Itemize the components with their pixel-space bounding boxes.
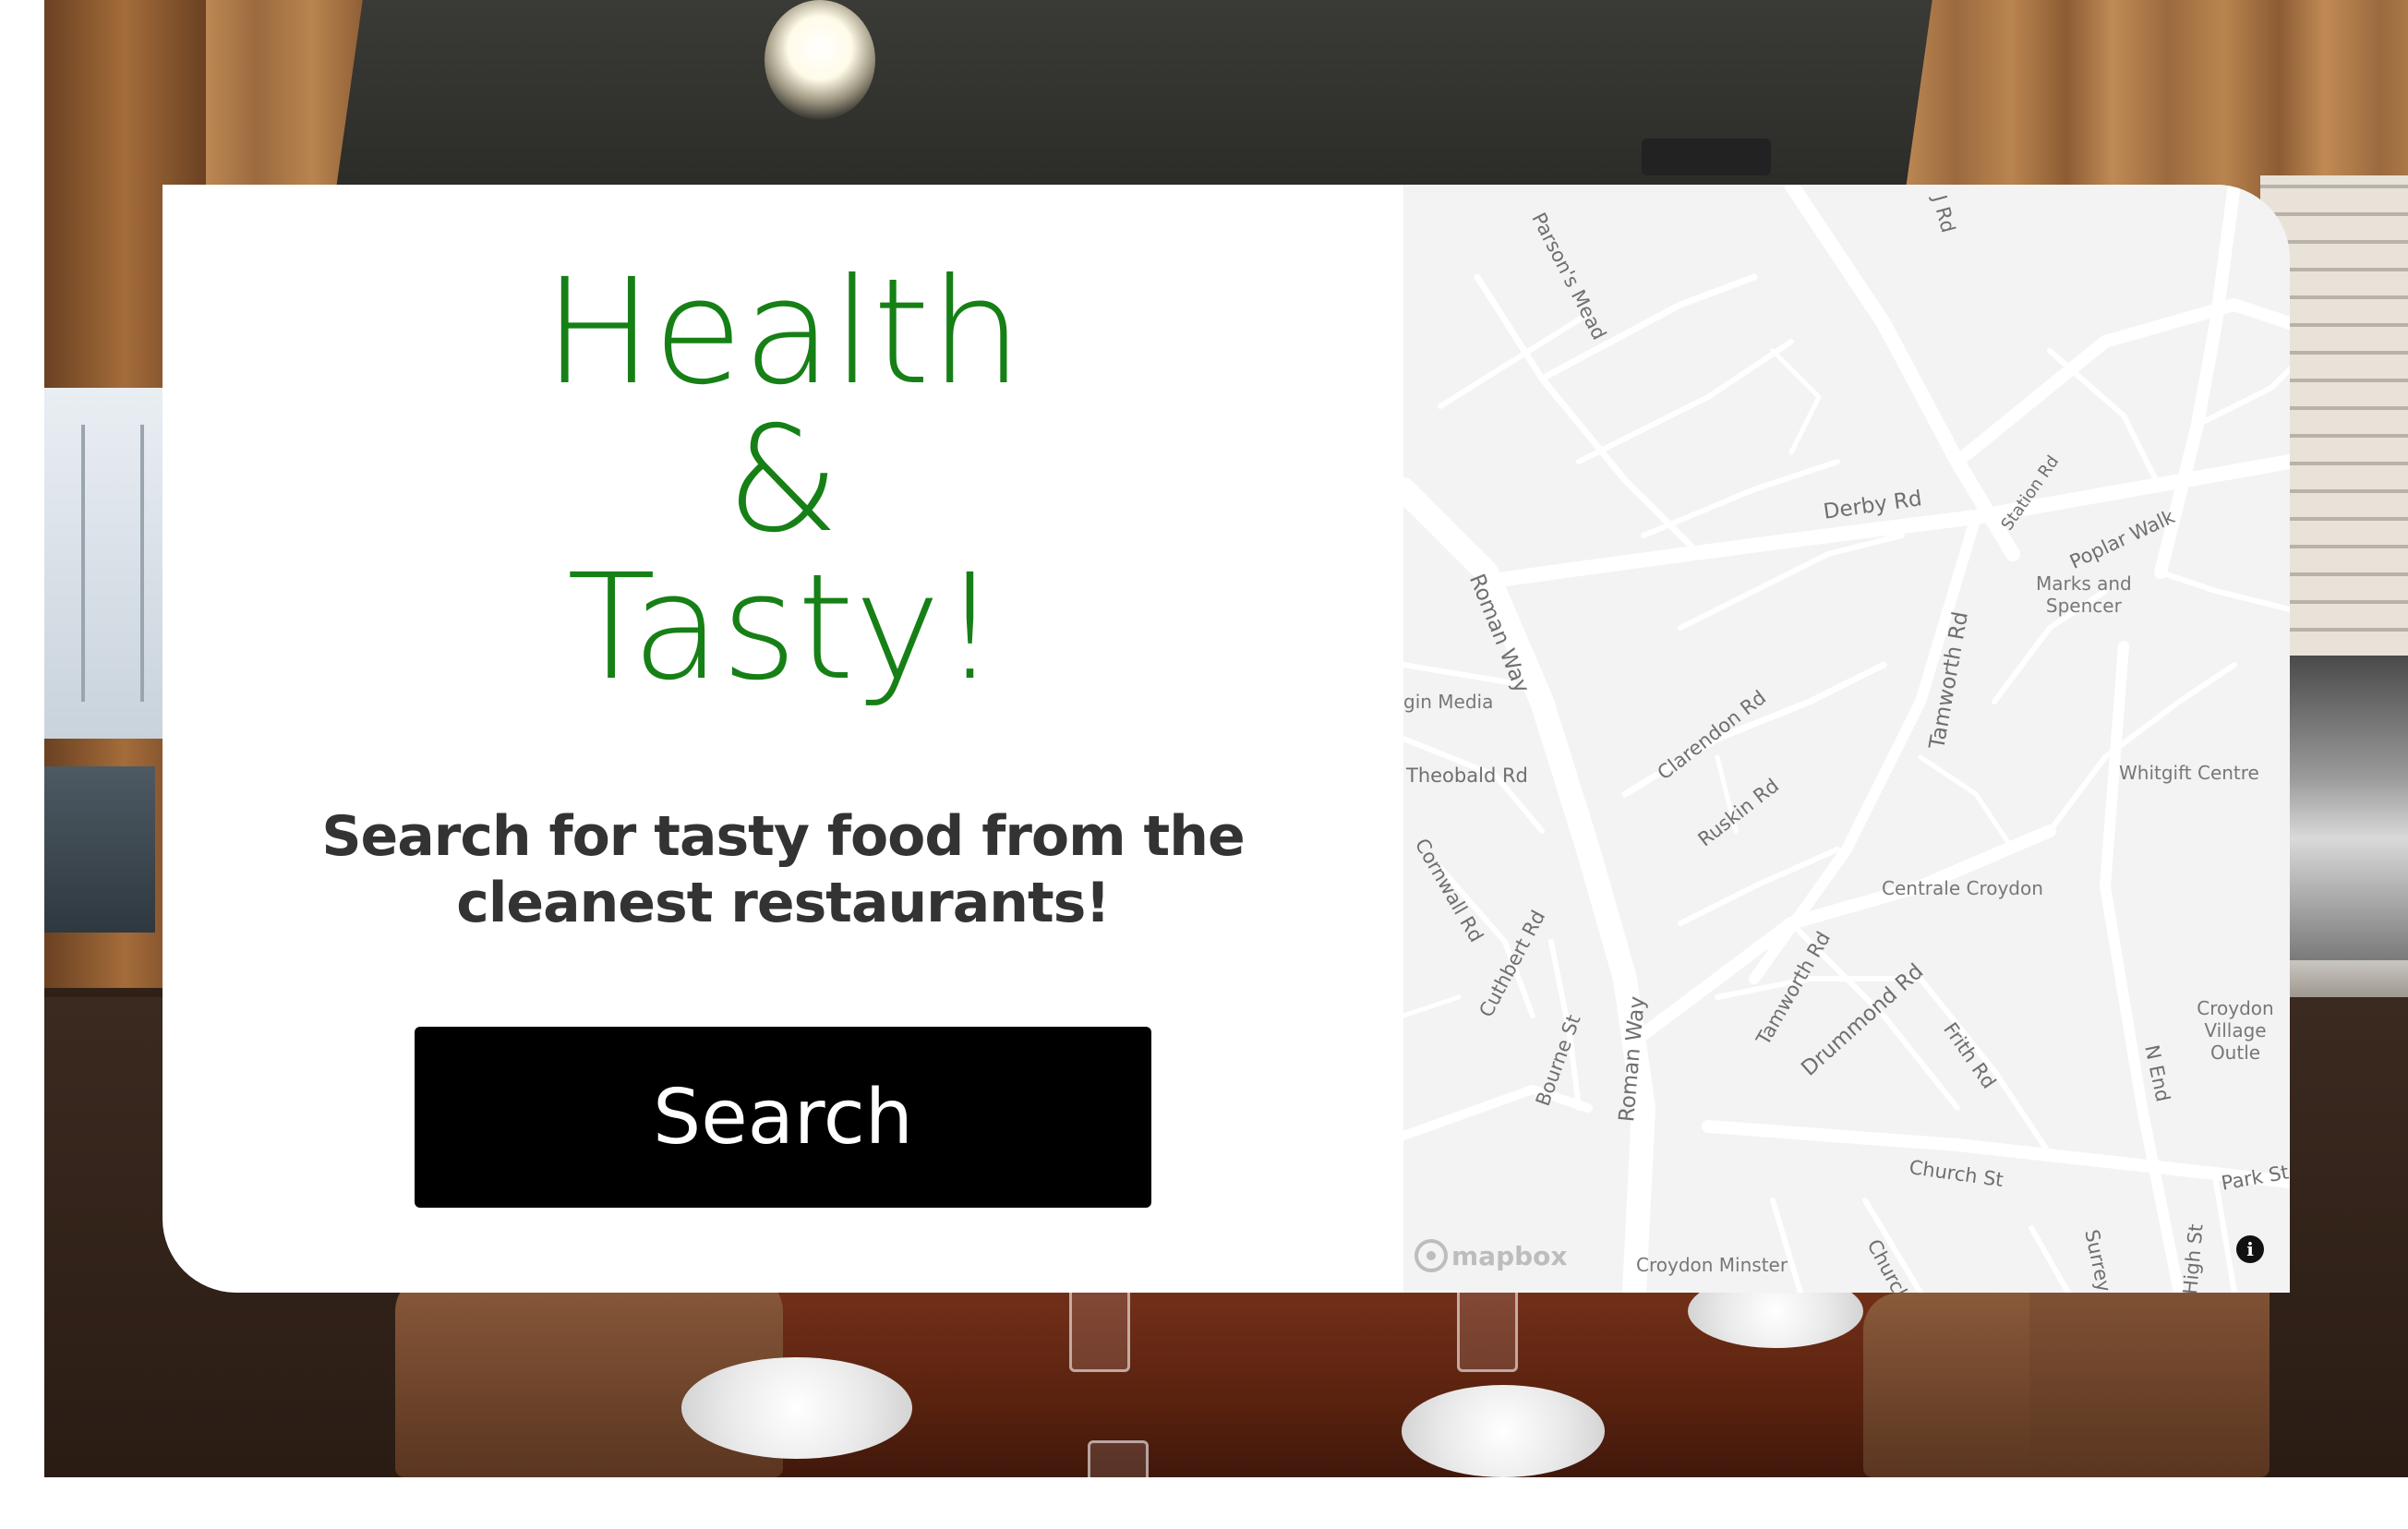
mapbox-logo[interactable]: mapbox xyxy=(1415,1239,1567,1272)
map-poi-label: Whitgift Centre xyxy=(2119,762,2259,784)
headline-line-3: Tasty! xyxy=(566,543,1000,713)
mapbox-logo-icon xyxy=(1415,1239,1448,1272)
search-button[interactable]: Search xyxy=(415,1027,1151,1208)
hero-panel: Health & Tasty! Search for tasty food fr… xyxy=(163,185,1403,1293)
subtitle: Search for tasty food from the cleanest … xyxy=(321,804,1245,935)
glass xyxy=(1088,1440,1149,1477)
map-streets[interactable] xyxy=(1403,185,2290,1293)
ceiling-lamp xyxy=(765,0,875,120)
map-poi-label: Croydon Minster xyxy=(1636,1254,1788,1276)
headline-line-2: & xyxy=(726,395,840,565)
glass xyxy=(1457,1283,1518,1372)
hero-card: Health & Tasty! Search for tasty food fr… xyxy=(163,185,2290,1293)
map-street-label: Theobald Rd xyxy=(1406,764,1528,787)
glass xyxy=(1069,1283,1130,1372)
pendant-light xyxy=(1642,138,1771,175)
headline: Health & Tasty! xyxy=(163,259,1403,702)
info-icon[interactable]: i xyxy=(2236,1235,2264,1263)
map-poi-label: Centrale Croydon xyxy=(1882,877,2043,899)
headline-line-1: Health xyxy=(543,247,1023,417)
plate xyxy=(681,1357,912,1459)
bench xyxy=(44,766,155,933)
map-poi-label: gin Media xyxy=(1403,691,1494,713)
map-poi-label: Marks and Spencer xyxy=(2036,572,2132,617)
map-poi-label: Croydon Village Outle xyxy=(2197,997,2274,1064)
mapbox-logo-text: mapbox xyxy=(1451,1240,1568,1271)
plate xyxy=(1402,1385,1605,1477)
map-panel[interactable]: Parson's Mead J Rd Derby Rd Station Rd P… xyxy=(1403,185,2290,1293)
